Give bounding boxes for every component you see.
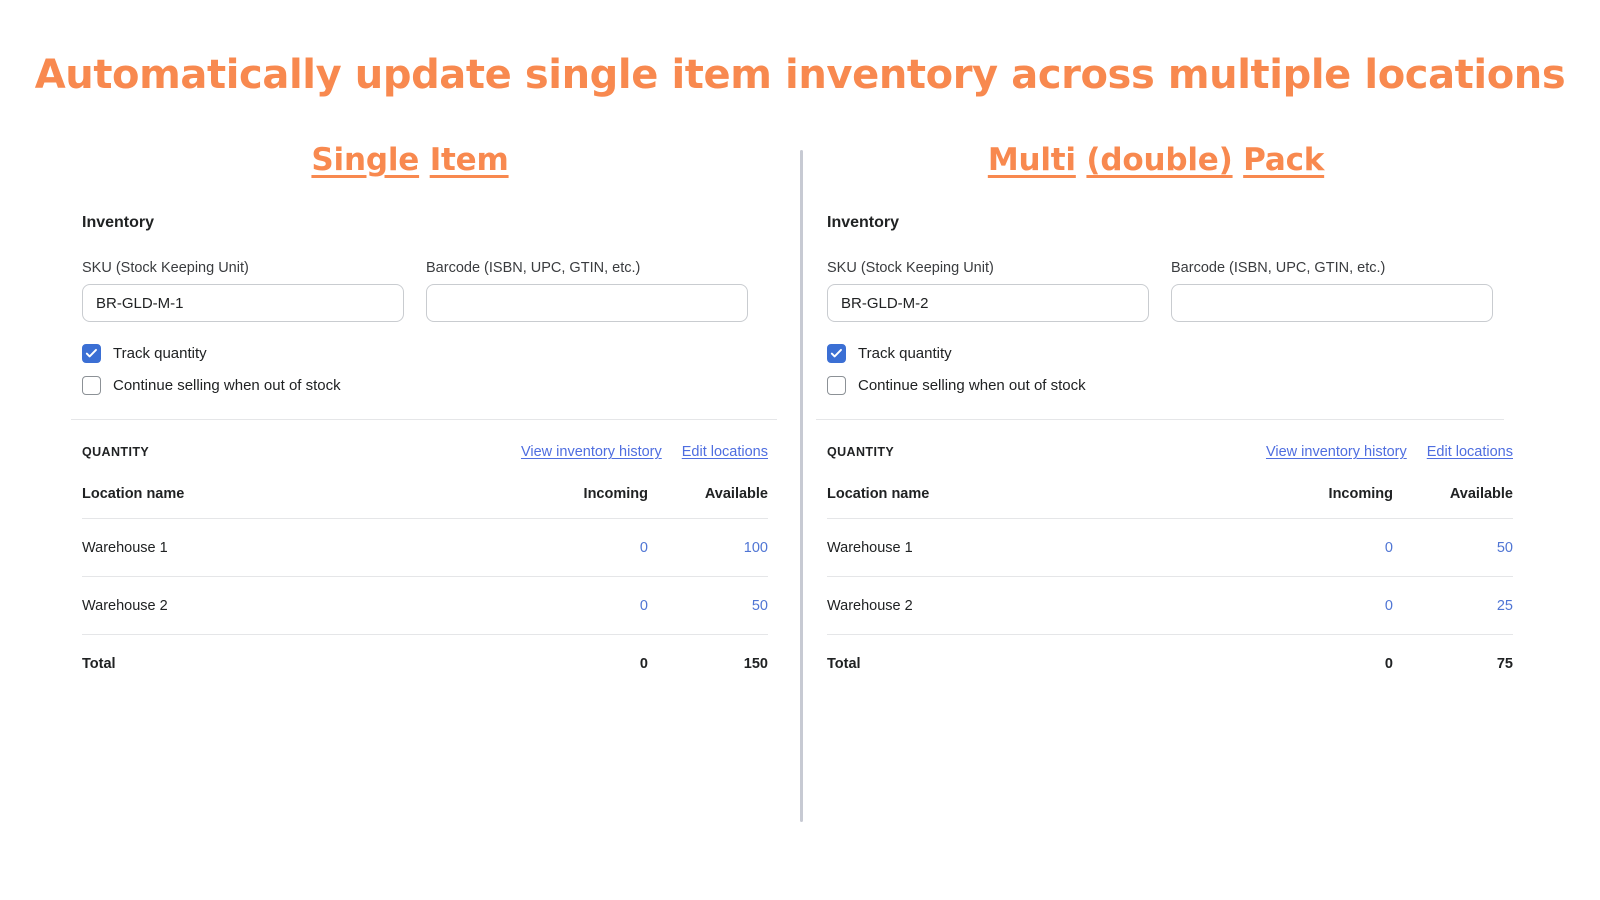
panel-title-single-item: Single Item bbox=[60, 140, 790, 180]
panel-multi-pack: Multi (double) Pack Inventory SKU (Stock… bbox=[805, 140, 1535, 692]
barcode-field-group: Barcode (ISBN, UPC, GTIN, etc.) bbox=[1171, 260, 1493, 322]
checkbox-label-track-quantity: Track quantity bbox=[113, 345, 207, 362]
checkbox-checked-icon[interactable] bbox=[82, 344, 101, 363]
barcode-label: Barcode (ISBN, UPC, GTIN, etc.) bbox=[426, 260, 748, 276]
cell-location: Warehouse 1 bbox=[827, 519, 1273, 577]
quantity-label: QUANTITY bbox=[827, 445, 894, 459]
checkbox-row-continue-selling[interactable]: Continue selling when out of stock bbox=[82, 376, 768, 395]
checkbox-unchecked-icon[interactable] bbox=[82, 376, 101, 395]
column-header-incoming: Incoming bbox=[1273, 486, 1393, 519]
table-row: Warehouse 2 0 25 bbox=[827, 577, 1513, 635]
panel-title-word: Multi bbox=[988, 142, 1076, 178]
panel-title-word: Item bbox=[430, 142, 509, 178]
section-heading-inventory: Inventory bbox=[82, 214, 768, 232]
sku-field-group: SKU (Stock Keeping Unit) bbox=[827, 260, 1149, 322]
checkbox-row-track-quantity[interactable]: Track quantity bbox=[82, 344, 768, 363]
table-row: Warehouse 1 0 50 bbox=[827, 519, 1513, 577]
field-row: SKU (Stock Keeping Unit) Barcode (ISBN, … bbox=[82, 260, 768, 322]
checkbox-checked-icon[interactable] bbox=[827, 344, 846, 363]
field-row: SKU (Stock Keeping Unit) Barcode (ISBN, … bbox=[827, 260, 1513, 322]
table-total-row: Total 0 150 bbox=[82, 635, 768, 693]
section-divider bbox=[816, 419, 1504, 420]
checkbox-label-continue-selling: Continue selling when out of stock bbox=[858, 377, 1086, 394]
quantity-links: View inventory history Edit locations bbox=[521, 444, 768, 460]
cell-total-incoming: 0 bbox=[1273, 635, 1393, 693]
inventory-comparison-page: Automatically update single item invento… bbox=[0, 0, 1600, 900]
cell-total-incoming: 0 bbox=[528, 635, 648, 693]
cell-incoming[interactable]: 0 bbox=[1273, 577, 1393, 635]
sku-input[interactable] bbox=[827, 284, 1149, 322]
section-divider bbox=[71, 419, 777, 420]
sku-label: SKU (Stock Keeping Unit) bbox=[827, 260, 1149, 276]
link-edit-locations[interactable]: Edit locations bbox=[682, 444, 768, 460]
cell-available[interactable]: 25 bbox=[1393, 577, 1513, 635]
panel-title-word: Pack bbox=[1243, 142, 1324, 178]
quantity-bar: QUANTITY View inventory history Edit loc… bbox=[82, 444, 768, 460]
cell-total-label: Total bbox=[82, 635, 528, 693]
column-header-available: Available bbox=[648, 486, 768, 519]
checkbox-unchecked-icon[interactable] bbox=[827, 376, 846, 395]
checkbox-label-track-quantity: Track quantity bbox=[858, 345, 952, 362]
inventory-table: Location name Incoming Available Warehou… bbox=[82, 486, 768, 692]
panel-title-word: Single bbox=[311, 142, 419, 178]
checkbox-row-continue-selling[interactable]: Continue selling when out of stock bbox=[827, 376, 1513, 395]
cell-location: Warehouse 2 bbox=[82, 577, 528, 635]
column-header-available: Available bbox=[1393, 486, 1513, 519]
table-header-row: Location name Incoming Available bbox=[82, 486, 768, 519]
quantity-links: View inventory history Edit locations bbox=[1266, 444, 1513, 460]
panel-divider bbox=[800, 150, 803, 822]
section-heading-inventory: Inventory bbox=[827, 214, 1513, 232]
barcode-input[interactable] bbox=[1171, 284, 1493, 322]
table-total-row: Total 0 75 bbox=[827, 635, 1513, 693]
table-row: Warehouse 2 0 50 bbox=[82, 577, 768, 635]
column-header-location: Location name bbox=[82, 486, 528, 519]
cell-total-available: 150 bbox=[648, 635, 768, 693]
inventory-table: Location name Incoming Available Warehou… bbox=[827, 486, 1513, 692]
cell-total-label: Total bbox=[827, 635, 1273, 693]
table-header-row: Location name Incoming Available bbox=[827, 486, 1513, 519]
panel-title-multi-pack: Multi (double) Pack bbox=[805, 140, 1535, 180]
sku-field-group: SKU (Stock Keeping Unit) bbox=[82, 260, 404, 322]
cell-available[interactable]: 100 bbox=[648, 519, 768, 577]
cell-incoming[interactable]: 0 bbox=[528, 577, 648, 635]
barcode-field-group: Barcode (ISBN, UPC, GTIN, etc.) bbox=[426, 260, 748, 322]
link-edit-locations[interactable]: Edit locations bbox=[1427, 444, 1513, 460]
barcode-label: Barcode (ISBN, UPC, GTIN, etc.) bbox=[1171, 260, 1493, 276]
sku-label: SKU (Stock Keeping Unit) bbox=[82, 260, 404, 276]
quantity-label: QUANTITY bbox=[82, 445, 149, 459]
cell-total-available: 75 bbox=[1393, 635, 1513, 693]
panel-single-item: Single Item Inventory SKU (Stock Keeping… bbox=[60, 140, 790, 692]
card-body: Inventory SKU (Stock Keeping Unit) Barco… bbox=[60, 214, 790, 692]
cell-available[interactable]: 50 bbox=[648, 577, 768, 635]
checkbox-label-continue-selling: Continue selling when out of stock bbox=[113, 377, 341, 394]
cell-incoming[interactable]: 0 bbox=[1273, 519, 1393, 577]
barcode-input[interactable] bbox=[426, 284, 748, 322]
cell-available[interactable]: 50 bbox=[1393, 519, 1513, 577]
cell-incoming[interactable]: 0 bbox=[528, 519, 648, 577]
table-row: Warehouse 1 0 100 bbox=[82, 519, 768, 577]
cell-location: Warehouse 2 bbox=[827, 577, 1273, 635]
card-body: Inventory SKU (Stock Keeping Unit) Barco… bbox=[805, 214, 1535, 692]
sku-input[interactable] bbox=[82, 284, 404, 322]
link-view-inventory-history[interactable]: View inventory history bbox=[1266, 444, 1407, 460]
column-header-incoming: Incoming bbox=[528, 486, 648, 519]
link-view-inventory-history[interactable]: View inventory history bbox=[521, 444, 662, 460]
checkbox-row-track-quantity[interactable]: Track quantity bbox=[827, 344, 1513, 363]
cell-location: Warehouse 1 bbox=[82, 519, 528, 577]
page-title: Automatically update single item invento… bbox=[0, 52, 1600, 98]
quantity-bar: QUANTITY View inventory history Edit loc… bbox=[827, 444, 1513, 460]
panel-title-word: (double) bbox=[1086, 142, 1232, 178]
column-header-location: Location name bbox=[827, 486, 1273, 519]
